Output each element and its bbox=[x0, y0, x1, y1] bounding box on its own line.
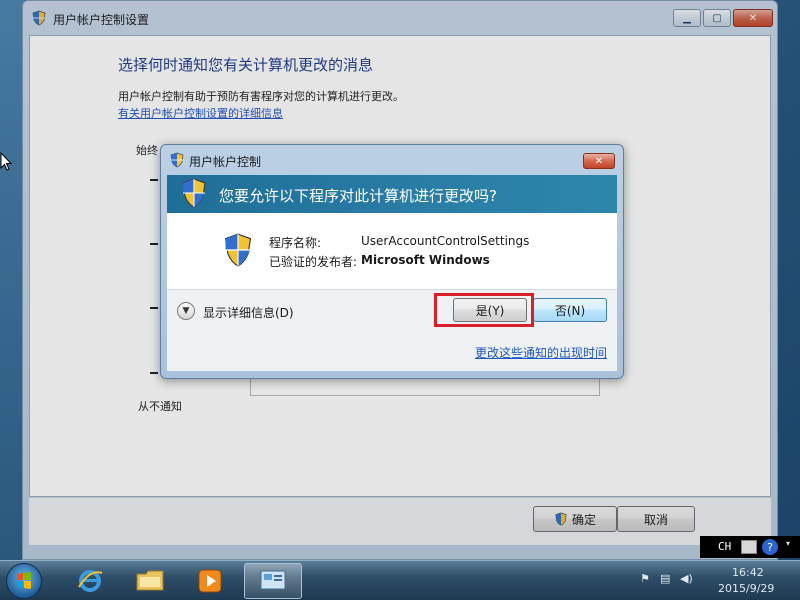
uac-dialog: 用户帐户控制 ✕ 您要允许以下程序对此计算机进行更改吗? 程序名称: UserA… bbox=[160, 144, 624, 379]
taskbar-item-internet-explorer[interactable] bbox=[62, 563, 118, 599]
options-icon[interactable]: ▾ bbox=[786, 539, 790, 548]
taskbar-item-explorer[interactable] bbox=[122, 563, 178, 599]
language-indicator[interactable]: CH bbox=[718, 540, 731, 553]
language-bar[interactable]: CH ? ▾ bbox=[700, 536, 800, 558]
dialog-title: 用户帐户控制 bbox=[189, 155, 262, 169]
notification-settings-link[interactable]: 更改这些通知的出现时间 bbox=[475, 344, 607, 361]
clock-date[interactable]: 2015/9/29 bbox=[718, 582, 774, 595]
program-info: 程序名称: UserAccountControlSettings 已验证的发布者… bbox=[167, 213, 617, 289]
program-name-label: 程序名称: bbox=[269, 236, 322, 250]
windows-logo-icon bbox=[17, 572, 31, 589]
clock-time[interactable]: 16:42 bbox=[732, 566, 764, 579]
taskbar-item-media-player[interactable] bbox=[182, 563, 238, 599]
shield-icon bbox=[224, 233, 252, 267]
internet-explorer-icon bbox=[78, 570, 103, 592]
dialog-titlebar[interactable]: 用户帐户控制 ✕ bbox=[161, 145, 623, 175]
publisher-label: 已验证的发布者: bbox=[269, 255, 358, 269]
publisher-value: Microsoft Windows bbox=[361, 253, 490, 267]
mouse-pointer-icon bbox=[0, 152, 12, 171]
no-button[interactable]: 否(N) bbox=[533, 298, 607, 322]
no-label: 否(N) bbox=[554, 303, 586, 318]
folder-icon bbox=[136, 570, 164, 591]
uac-question: 您要允许以下程序对此计算机进行更改吗? bbox=[219, 187, 497, 205]
yes-button-highlight bbox=[434, 293, 534, 327]
show-details-label[interactable]: 显示详细信息(D) bbox=[203, 304, 294, 321]
dialog-footer: 更改这些通知的出现时间 bbox=[167, 331, 617, 371]
start-button[interactable] bbox=[6, 563, 42, 599]
program-name-value: UserAccountControlSettings bbox=[361, 234, 530, 248]
media-player-icon bbox=[198, 569, 222, 593]
shield-icon bbox=[182, 178, 206, 208]
shield-icon bbox=[170, 152, 184, 168]
control-panel-icon bbox=[260, 570, 286, 590]
keyboard-icon[interactable] bbox=[741, 540, 757, 554]
question-banner: 您要允许以下程序对此计算机进行更改吗? bbox=[167, 175, 617, 213]
taskbar-item-uac-settings[interactable] bbox=[244, 563, 302, 599]
chevron-down-icon[interactable]: ▼ bbox=[177, 302, 195, 320]
volume-icon[interactable]: ◀) bbox=[680, 572, 693, 585]
flag-icon[interactable]: ⚑ bbox=[640, 572, 650, 585]
dialog-actions: ▼ 显示详细信息(D) 是(Y) 否(N) bbox=[167, 289, 617, 331]
network-icon[interactable]: ▤ bbox=[660, 572, 670, 585]
help-icon[interactable]: ? bbox=[762, 539, 778, 555]
dialog-close-button[interactable]: ✕ bbox=[583, 153, 615, 169]
